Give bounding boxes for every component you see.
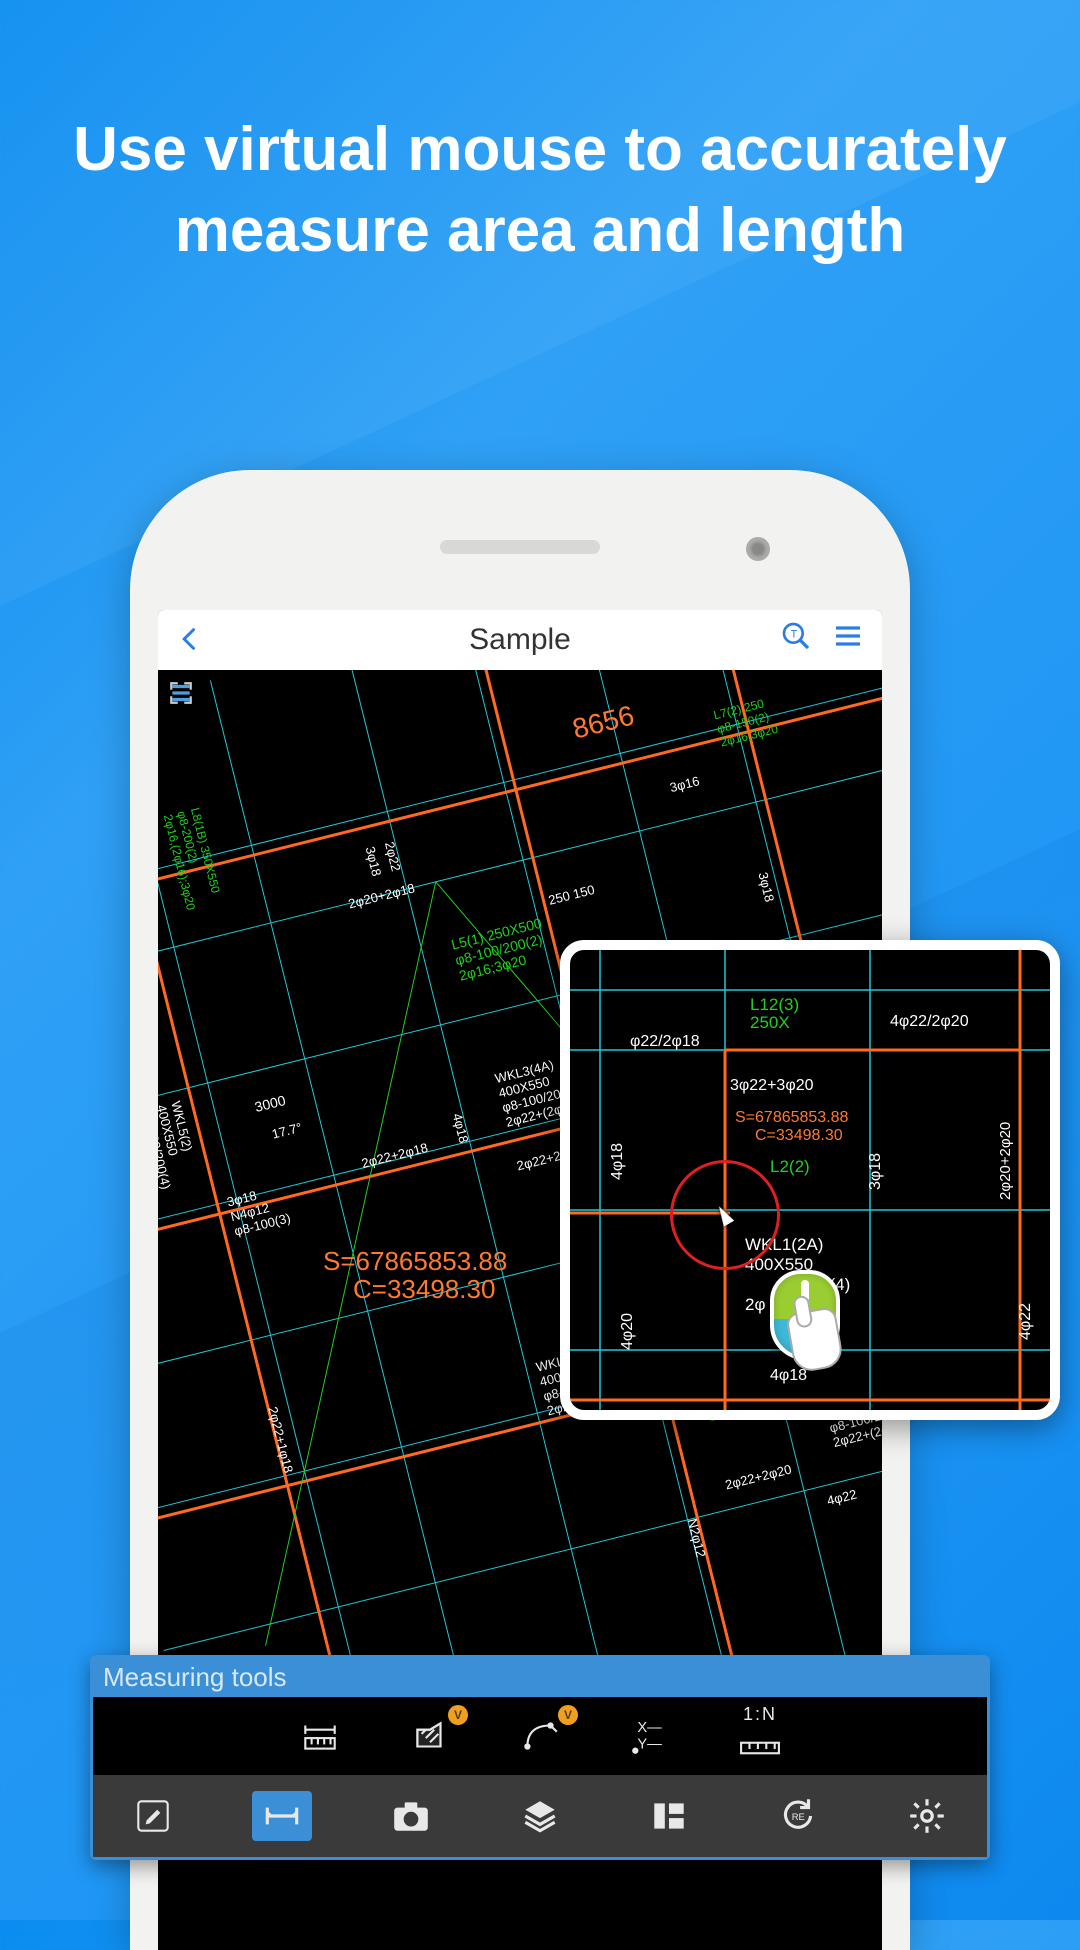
svg-text:2φ22+1φ18: 2φ22+1φ18 <box>265 1405 296 1474</box>
measure-tool-row: V V X—Y— 1:N <box>93 1697 987 1775</box>
svg-text:C=33498.30: C=33498.30 <box>353 1274 495 1304</box>
camera-button[interactable] <box>381 1791 441 1841</box>
svg-text:C=33498.30: C=33498.30 <box>755 1127 843 1144</box>
app-titlebar: Sample T <box>158 610 882 670</box>
svg-text:L2(2): L2(2) <box>770 1157 810 1176</box>
measure-area-button[interactable]: V <box>400 1711 460 1761</box>
edit-button[interactable] <box>123 1791 183 1841</box>
svg-text:S=67865853.88: S=67865853.88 <box>323 1246 507 1276</box>
svg-text:2φ22+2φ20: 2φ22+2φ20 <box>724 1461 793 1492</box>
svg-text:RE: RE <box>792 1812 805 1823</box>
measure-coordinate-button[interactable]: X—Y— <box>620 1711 680 1761</box>
svg-text:X—: X— <box>637 1720 662 1736</box>
svg-text:250X: 250X <box>750 1013 790 1032</box>
measure-scale-button[interactable]: 1:N <box>730 1711 790 1761</box>
svg-text:2φ: 2φ <box>745 1295 765 1314</box>
svg-text:4φ18: 4φ18 <box>609 1143 626 1180</box>
svg-text:4φ22: 4φ22 <box>825 1486 858 1508</box>
layout-button[interactable] <box>639 1791 699 1841</box>
measure-button[interactable] <box>252 1791 312 1841</box>
svg-text:3φ18: 3φ18 <box>363 845 385 878</box>
svg-text:4φ20: 4φ20 <box>619 1313 636 1350</box>
layers-button[interactable] <box>510 1791 570 1841</box>
svg-text:2φ22: 2φ22 <box>382 840 404 873</box>
phone-camera <box>746 537 770 561</box>
svg-text:3φ16: 3φ16 <box>668 773 701 795</box>
search-icon[interactable]: T <box>780 620 812 660</box>
marketing-headline: Use virtual mouse to accurately measure … <box>0 110 1080 271</box>
svg-text:17.7°: 17.7° <box>270 1120 303 1142</box>
svg-text:N2φ12: N2φ12 <box>685 1517 709 1559</box>
svg-text:L12(3): L12(3) <box>750 995 799 1014</box>
main-toolbar: RE <box>93 1775 987 1857</box>
svg-text:4φ18: 4φ18 <box>770 1367 807 1384</box>
regen-button[interactable]: RE <box>768 1791 828 1841</box>
svg-text:3000: 3000 <box>253 1092 287 1115</box>
toolpanel-title: Measuring tools <box>93 1658 987 1697</box>
svg-text:8656: 8656 <box>569 699 637 744</box>
svg-text:T: T <box>791 628 798 640</box>
measuring-tools-panel: Measuring tools V V X—Y— 1:N <box>90 1655 990 1860</box>
target-reticle-icon <box>670 1160 780 1270</box>
svg-text:2φ20+2φ20: 2φ20+2φ20 <box>997 1122 1014 1200</box>
svg-text:250 150: 250 150 <box>547 882 596 908</box>
svg-text:4φ22: 4φ22 <box>1017 1303 1034 1340</box>
svg-text:4φ18: 4φ18 <box>450 1112 472 1145</box>
back-button[interactable] <box>176 618 204 663</box>
vip-badge-icon: V <box>558 1705 578 1725</box>
menu-icon[interactable] <box>832 620 864 660</box>
document-title: Sample <box>158 623 882 657</box>
svg-text:4φ22/2φ20: 4φ22/2φ20 <box>890 1013 969 1030</box>
svg-text:Y—: Y— <box>637 1737 662 1753</box>
svg-text:2φ20+2φ18: 2φ20+2φ18 <box>347 880 416 911</box>
svg-text:3φ18: 3φ18 <box>867 1153 884 1190</box>
magnifier-overlay: L12(3) 250X φ22/2φ18 4φ22/2φ20 3φ22+3φ20… <box>560 940 1060 1420</box>
vip-badge-icon: V <box>448 1705 468 1725</box>
settings-button[interactable] <box>897 1791 957 1841</box>
svg-text:S=67865853.88: S=67865853.88 <box>735 1109 849 1126</box>
svg-text:2φ22+2φ18: 2φ22+2φ18 <box>360 1140 429 1171</box>
phone-speaker <box>440 540 600 554</box>
measure-length-button[interactable] <box>290 1711 350 1761</box>
measure-arc-button[interactable]: V <box>510 1711 570 1761</box>
svg-text:3φ22+3φ20: 3φ22+3φ20 <box>730 1077 814 1094</box>
svg-text:φ22/2φ18: φ22/2φ18 <box>630 1033 700 1050</box>
